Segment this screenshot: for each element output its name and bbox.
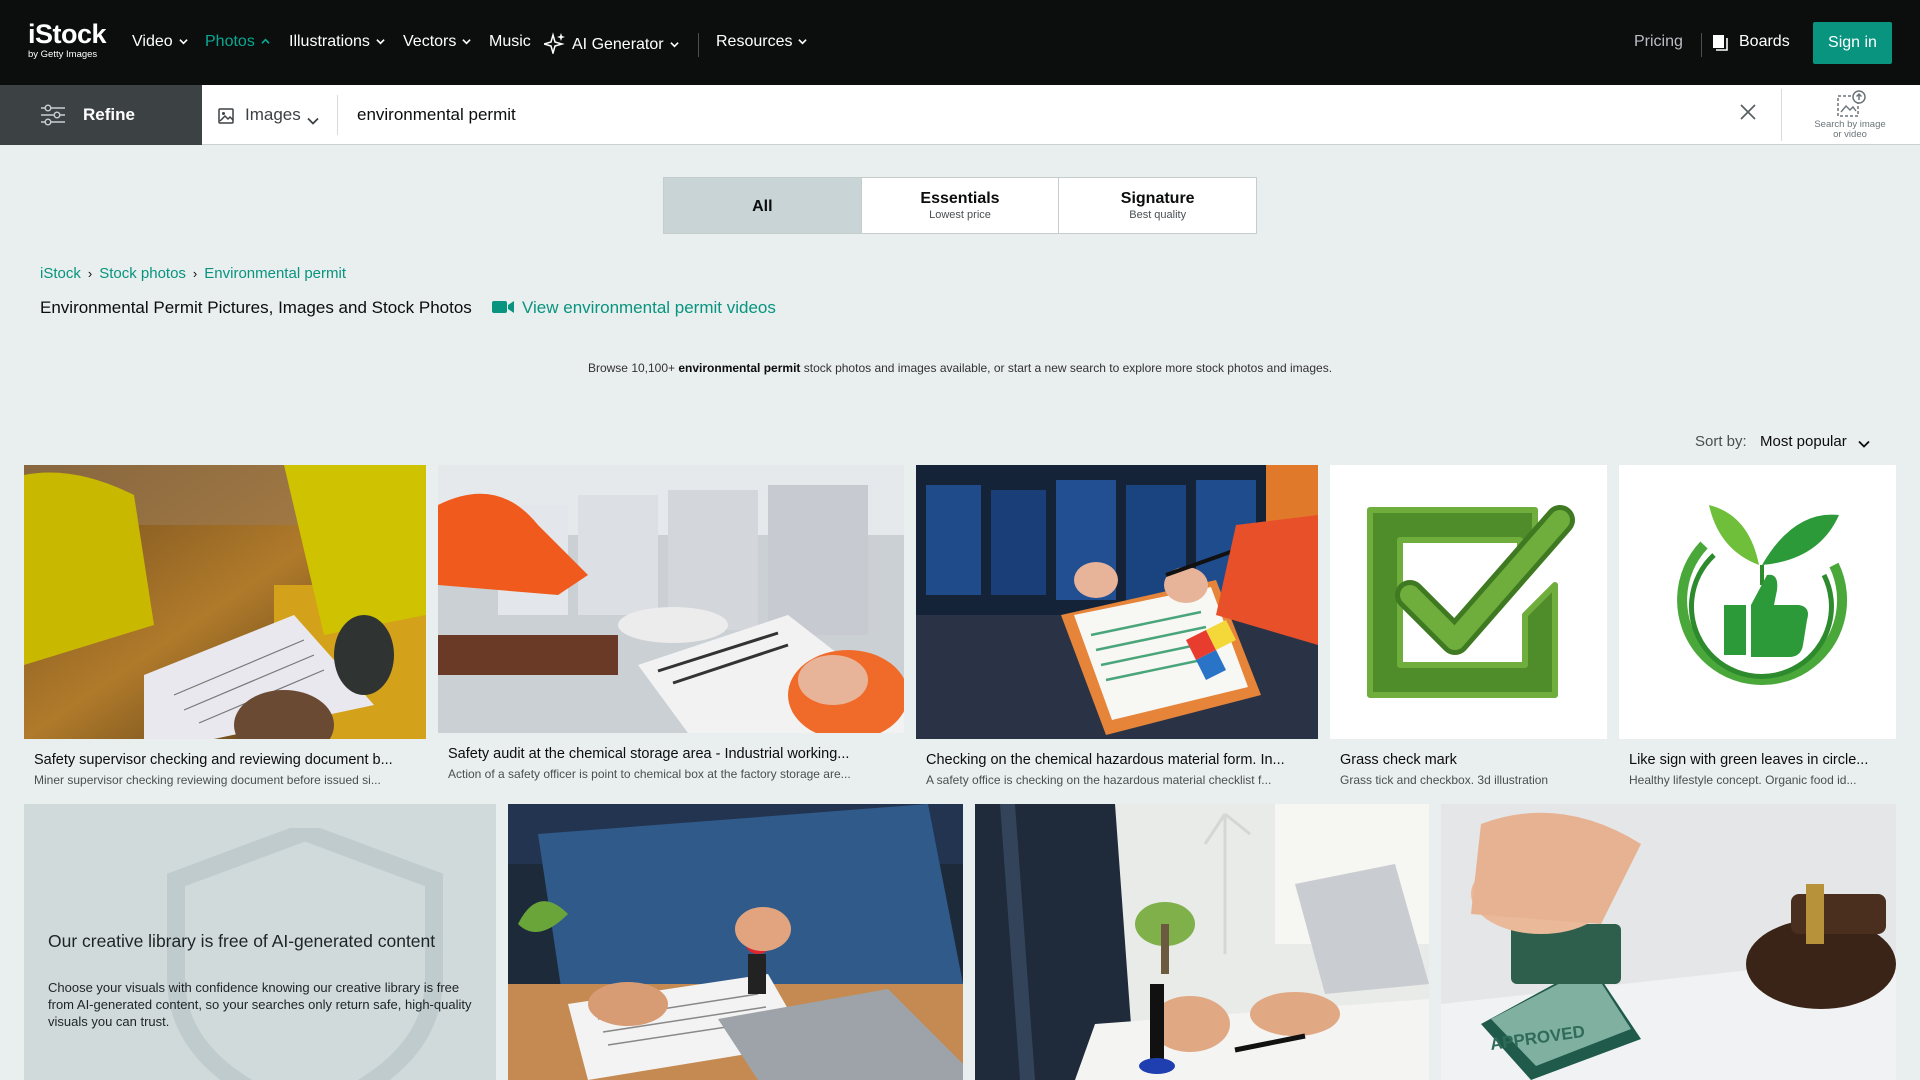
nav-vectors[interactable]: Vectors [403, 32, 472, 52]
nav-video[interactable]: Video [132, 32, 188, 52]
sparkle-icon [541, 32, 566, 56]
sort-label: Sort by: [1695, 433, 1747, 450]
nav-divider [698, 33, 699, 57]
breadcrumb-environmental-permit[interactable]: Environmental permit [204, 265, 346, 282]
ai-free-notice: Our creative library is free of AI-gener… [24, 804, 496, 1080]
chevron-down-icon [307, 110, 319, 125]
tier-subtitle: Lowest price [929, 209, 991, 221]
result-description: Action of a safety officer is point to c… [448, 767, 851, 781]
chevron-up-icon [261, 37, 270, 46]
result-card[interactable]: Grass check mark Grass tick and checkbox… [1330, 465, 1607, 795]
chevron-down-icon [376, 37, 385, 46]
ai-notice-body: Choose your visuals with confidence know… [48, 980, 472, 1029]
breadcrumb-separator: › [87, 266, 93, 281]
search-divider [1781, 89, 1782, 141]
nav-illustrations[interactable]: Illustrations [289, 32, 385, 52]
result-thumbnail[interactable]: APPROVED [1441, 804, 1896, 1080]
search-by-image-icon [1834, 90, 1866, 120]
image-icon [218, 107, 234, 124]
license-tier-selector: All Essentials Lowest price Signature Best… [663, 177, 1257, 234]
search-input[interactable] [357, 99, 1717, 131]
search-bar: Refine Images Search by image or video [0, 85, 1920, 145]
result-description: A safety office is checking on the hazar… [926, 773, 1272, 787]
result-description: Grass tick and checkbox. 3d illustration [1340, 773, 1549, 787]
tier-signature[interactable]: Signature Best quality [1059, 178, 1256, 233]
result-title: Like sign with green leaves in circle... [1629, 752, 1869, 768]
nav-ai-generator[interactable]: AI Generator [541, 32, 679, 56]
clear-search-icon[interactable] [1738, 102, 1758, 122]
tier-title: Essentials [920, 190, 1000, 207]
media-type-label: Images [245, 105, 301, 124]
boards-icon [1712, 34, 1728, 52]
search-by-image-button[interactable]: Search by image or video [1800, 89, 1900, 141]
top-navigation: iStock by Getty Images Video Photos Illu… [0, 0, 1920, 85]
view-videos-link[interactable]: View environmental permit videos [492, 297, 776, 319]
nav-boards[interactable]: Boards [1739, 32, 1790, 52]
result-title: Safety supervisor checking and reviewing… [34, 752, 393, 768]
result-card[interactable]: Safety supervisor checking and reviewing… [24, 465, 426, 795]
chevron-down-icon[interactable] [1858, 437, 1870, 449]
ai-notice-title: Our creative library is free of AI-gener… [48, 931, 436, 951]
browse-summary: Browse 10,100+ environmental permit stoc… [587, 361, 1333, 375]
sign-in-button[interactable]: Sign in [1813, 22, 1892, 64]
logo-wordmark: iStock [28, 19, 107, 49]
nav-pricing[interactable]: Pricing [1634, 32, 1683, 52]
sort-dropdown[interactable]: Most popular [1760, 432, 1847, 452]
refine-label: Refine [83, 105, 135, 124]
result-thumbnail[interactable] [975, 804, 1429, 1080]
result-thumbnail[interactable] [508, 804, 963, 1080]
tier-all[interactable]: All [664, 178, 862, 233]
browse-keyword: environmental permit [678, 361, 801, 375]
result-thumbnail[interactable] [1330, 465, 1607, 739]
result-description: Miner supervisor checking reviewing docu… [34, 773, 381, 787]
nav-resources[interactable]: Resources [716, 32, 808, 52]
result-card[interactable]: APPROVED [1441, 804, 1896, 1080]
result-card[interactable] [975, 804, 1429, 1080]
breadcrumb-stock-photos[interactable]: Stock photos [99, 265, 186, 282]
result-title: Checking on the chemical hazardous mater… [926, 752, 1285, 768]
breadcrumb: iStock › Stock photos › Environmental permit [40, 264, 346, 284]
search-by-image-label: or video [1833, 129, 1867, 140]
result-title: Grass check mark [1340, 752, 1457, 768]
shield-icon [164, 822, 446, 1080]
result-thumbnail[interactable] [1619, 465, 1896, 739]
result-card[interactable]: Checking on the chemical hazardous mater… [916, 465, 1318, 795]
breadcrumb-istock[interactable]: iStock [40, 265, 81, 282]
refine-button[interactable]: Refine [0, 85, 202, 145]
result-title: Safety audit at the chemical storage are… [448, 746, 850, 762]
nav-music[interactable]: Music [489, 32, 531, 52]
chevron-down-icon [798, 37, 808, 46]
page-title: Environmental Permit Pictures, Images an… [40, 298, 472, 317]
tier-title: All [752, 198, 773, 215]
nav-divider [1701, 33, 1702, 57]
result-thumbnail[interactable] [24, 465, 426, 739]
result-card[interactable]: Like sign with green leaves in circle...… [1619, 465, 1896, 795]
istock-logo[interactable]: iStock by Getty Images [28, 20, 110, 62]
tier-title: Signature [1120, 190, 1195, 207]
logo-tagline: by Getty Images [28, 49, 98, 60]
chevron-down-icon [178, 37, 188, 46]
view-videos-label: View environmental permit videos [522, 298, 776, 317]
filter-sliders-icon [40, 103, 66, 127]
chevron-down-icon [669, 40, 679, 49]
search-divider [337, 95, 338, 135]
breadcrumb-separator: › [192, 266, 198, 281]
result-thumbnail[interactable] [438, 465, 904, 733]
result-card[interactable]: Safety audit at the chemical storage are… [438, 465, 904, 795]
chevron-down-icon [462, 37, 472, 46]
result-thumbnail[interactable] [916, 465, 1318, 739]
result-card[interactable] [508, 804, 963, 1080]
tier-subtitle: Best quality [1129, 209, 1187, 221]
tier-essentials[interactable]: Essentials Lowest price [862, 178, 1060, 233]
video-camera-icon [492, 298, 514, 313]
result-description: Healthy lifestyle concept. Organic food … [1629, 773, 1857, 787]
nav-photos[interactable]: Photos [205, 32, 270, 52]
